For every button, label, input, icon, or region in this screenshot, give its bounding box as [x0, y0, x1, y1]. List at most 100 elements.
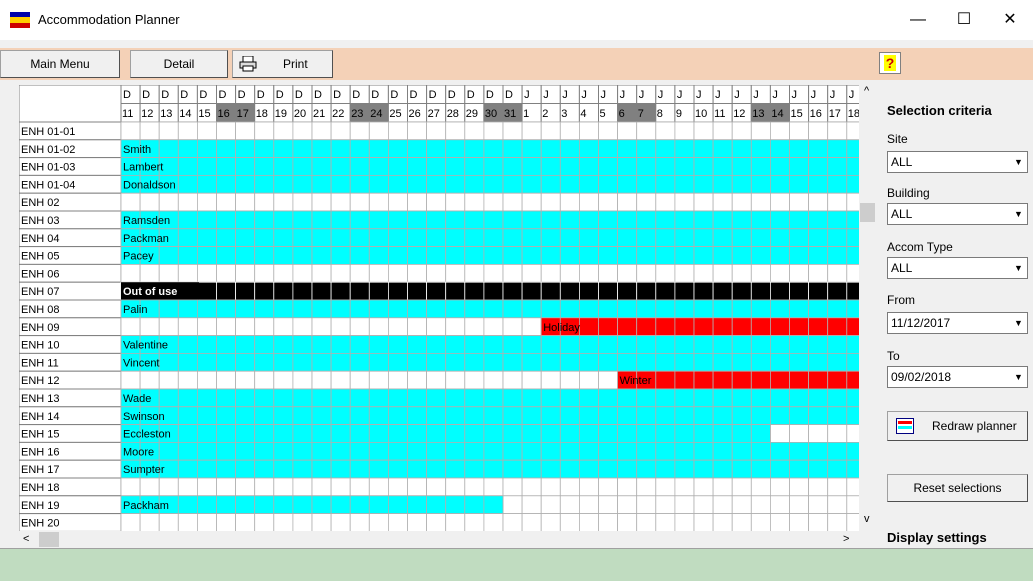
booking-cell[interactable]	[636, 175, 657, 194]
booking-cell[interactable]	[177, 388, 198, 408]
day-cell[interactable]	[712, 263, 733, 283]
booking-cell[interactable]	[387, 281, 408, 301]
booking-cell[interactable]	[483, 424, 504, 443]
booking-cell[interactable]	[655, 370, 676, 390]
day-cell[interactable]	[693, 263, 714, 283]
booking-cell[interactable]	[216, 335, 237, 354]
booking-cell[interactable]	[750, 406, 771, 425]
booking-cell[interactable]	[177, 157, 198, 176]
booking-cell[interactable]	[559, 335, 580, 354]
booking-cell[interactable]	[158, 352, 179, 372]
day-cell[interactable]	[273, 121, 294, 141]
scroll-up-arrow[interactable]: ^	[864, 85, 869, 97]
booking-cell[interactable]	[808, 370, 829, 390]
booking-cell[interactable]	[216, 441, 237, 461]
day-cell[interactable]	[139, 121, 160, 141]
booking-cell[interactable]	[617, 424, 638, 443]
booking-cell[interactable]	[750, 459, 771, 479]
day-cell[interactable]	[789, 424, 810, 443]
booking-cell[interactable]	[808, 246, 829, 265]
help-button[interactable]: ?	[879, 52, 901, 74]
day-cell[interactable]	[120, 192, 141, 212]
booking-cell[interactable]	[387, 175, 408, 194]
booking-cell[interactable]	[636, 424, 657, 443]
booking-cell[interactable]	[349, 157, 370, 176]
close-button[interactable]: ✕	[987, 0, 1033, 40]
booking-cell[interactable]	[311, 157, 332, 176]
day-cell[interactable]	[273, 370, 294, 390]
booking-cell[interactable]	[158, 299, 179, 319]
booking-cell[interactable]	[693, 441, 714, 461]
day-cell[interactable]	[235, 477, 256, 497]
booking-cell[interactable]	[311, 388, 332, 408]
booking-cell[interactable]	[407, 495, 428, 514]
booking-cell[interactable]	[196, 246, 217, 265]
booking-cell[interactable]	[617, 139, 638, 158]
booking-cell[interactable]	[827, 335, 848, 354]
booking-cell[interactable]	[387, 352, 408, 372]
booking-cell[interactable]	[273, 406, 294, 425]
day-cell[interactable]	[235, 192, 256, 212]
day-cell[interactable]	[216, 317, 237, 337]
booking-cell[interactable]	[521, 424, 542, 443]
booking-cell[interactable]	[349, 424, 370, 443]
booking-cell[interactable]	[158, 388, 179, 408]
booking-cell[interactable]	[254, 299, 275, 319]
booking-cell[interactable]	[693, 352, 714, 372]
day-cell[interactable]	[311, 317, 332, 337]
booking-cell[interactable]	[559, 459, 580, 479]
day-cell[interactable]	[368, 477, 389, 497]
booking-cell[interactable]	[827, 175, 848, 194]
booking-cell[interactable]	[368, 175, 389, 194]
day-cell[interactable]	[292, 192, 313, 212]
booking-cell[interactable]	[598, 175, 619, 194]
day-cell[interactable]	[502, 513, 523, 531]
booking-cell[interactable]	[674, 317, 695, 337]
booking-cell[interactable]	[674, 441, 695, 461]
booking-cell[interactable]	[674, 388, 695, 408]
booking-cell[interactable]	[559, 352, 580, 372]
booking-cell[interactable]	[674, 228, 695, 248]
booking-cell[interactable]	[292, 228, 313, 248]
booking-cell[interactable]	[731, 335, 752, 354]
day-cell[interactable]	[846, 192, 859, 212]
booking-cell[interactable]	[273, 441, 294, 461]
booking-cell[interactable]	[636, 246, 657, 265]
booking-cell[interactable]	[426, 495, 447, 514]
day-cell[interactable]	[330, 513, 351, 531]
booking-cell[interactable]	[349, 139, 370, 158]
booking-cell[interactable]	[712, 157, 733, 176]
booking-cell[interactable]	[712, 281, 733, 301]
day-cell[interactable]	[254, 192, 275, 212]
day-cell[interactable]	[292, 513, 313, 531]
day-cell[interactable]	[846, 263, 859, 283]
day-cell[interactable]	[731, 513, 752, 531]
booking-cell[interactable]	[292, 459, 313, 479]
day-cell[interactable]	[808, 192, 829, 212]
booking-cell[interactable]	[636, 459, 657, 479]
day-cell[interactable]	[693, 513, 714, 531]
booking-cell[interactable]	[216, 157, 237, 176]
booking-cell[interactable]	[540, 175, 561, 194]
day-cell[interactable]	[502, 263, 523, 283]
horizontal-scrollbar[interactable]: < >	[19, 531, 859, 548]
booking-cell[interactable]	[426, 210, 447, 230]
booking-cell[interactable]	[464, 246, 485, 265]
day-cell[interactable]	[579, 263, 599, 283]
day-cell[interactable]	[139, 192, 160, 212]
booking-cell[interactable]	[827, 281, 848, 301]
booking-cell[interactable]	[407, 157, 428, 176]
booking-cell[interactable]	[254, 228, 275, 248]
booking-cell[interactable]	[216, 139, 237, 158]
booking-cell[interactable]	[311, 175, 332, 194]
day-cell[interactable]	[827, 513, 848, 531]
booking-cell[interactable]	[349, 459, 370, 479]
day-cell[interactable]	[808, 424, 829, 443]
day-cell[interactable]	[636, 477, 657, 497]
booking-cell[interactable]	[846, 246, 859, 265]
booking-cell[interactable]	[559, 157, 580, 176]
horizontal-scroll-thumb[interactable]	[39, 532, 59, 547]
day-cell[interactable]	[349, 121, 370, 141]
booking-cell[interactable]	[712, 441, 733, 461]
booking-cell[interactable]	[407, 228, 428, 248]
